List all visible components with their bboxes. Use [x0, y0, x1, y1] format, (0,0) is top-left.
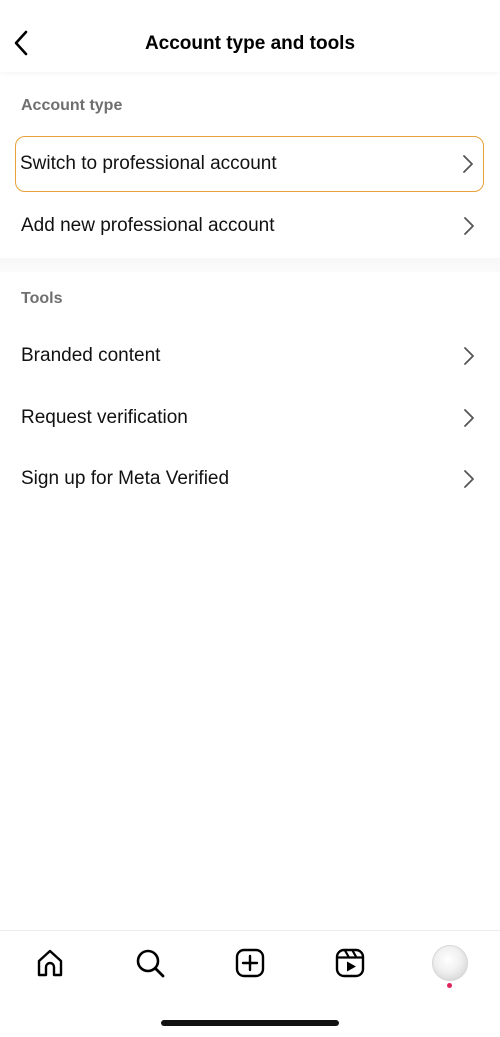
row-label: Branded content	[21, 345, 161, 366]
account-type-and-tools-screen: Account type and tools Account type Swit…	[0, 0, 500, 1037]
header-bar: Account type and tools	[0, 0, 500, 72]
notification-dot	[447, 983, 452, 988]
reels-icon	[335, 948, 365, 978]
nav-home-button[interactable]	[30, 943, 70, 983]
page-title: Account type and tools	[144, 33, 356, 54]
request-verification-row[interactable]: Request verification	[15, 390, 484, 446]
row-label: Add new professional account	[21, 215, 275, 236]
row-label: Request verification	[21, 407, 188, 428]
row-label: Switch to professional account	[20, 153, 277, 174]
switch-to-professional-account-row[interactable]: Switch to professional account	[15, 136, 484, 192]
chevron-right-icon	[462, 408, 476, 428]
nav-profile-button[interactable]	[430, 943, 470, 983]
home-icon	[37, 949, 63, 977]
add-new-professional-account-row[interactable]: Add new professional account	[15, 198, 484, 254]
chevron-right-icon	[462, 346, 476, 366]
search-icon	[136, 949, 165, 978]
chevron-right-icon	[462, 216, 476, 236]
sign-up-meta-verified-row[interactable]: Sign up for Meta Verified	[15, 451, 484, 507]
row-label: Sign up for Meta Verified	[21, 468, 230, 489]
branded-content-row[interactable]: Branded content	[15, 328, 484, 384]
create-plus-icon	[235, 948, 265, 978]
nav-reels-button[interactable]	[330, 943, 370, 983]
section-label-tools: Tools	[21, 290, 63, 307]
section-label-account-type: Account type	[21, 97, 123, 114]
avatar	[432, 945, 468, 981]
home-indicator	[161, 1020, 339, 1026]
section-divider	[0, 258, 500, 272]
chevron-right-icon	[461, 154, 475, 174]
bottom-navigation	[0, 930, 500, 998]
nav-search-button[interactable]	[130, 943, 170, 983]
nav-create-button[interactable]	[230, 943, 270, 983]
chevron-right-icon	[462, 469, 476, 489]
